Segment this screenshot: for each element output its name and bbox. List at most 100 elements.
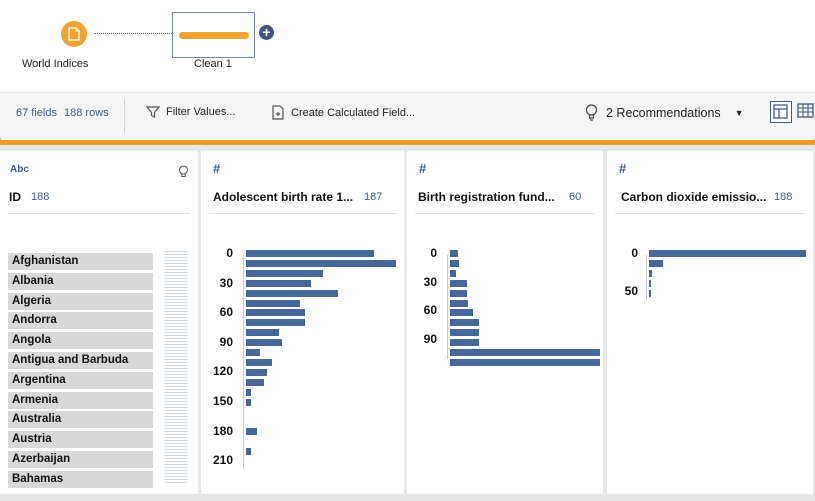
create-calculated-field-button[interactable]: Create Calculated Field... [271, 105, 415, 120]
value-row[interactable]: Austria [8, 431, 153, 449]
axis-tick-label: 120 [212, 364, 233, 379]
field-count: 188 [31, 191, 50, 203]
histogram-bar[interactable] [649, 279, 651, 287]
input-node[interactable] [61, 21, 87, 47]
axis-tick-label: 90 [423, 331, 437, 346]
histogram-bar[interactable] [246, 309, 305, 317]
histogram-bar[interactable] [246, 448, 251, 455]
value-row[interactable]: Albania [8, 272, 153, 290]
lightbulb-icon [585, 104, 598, 121]
histogram-bar[interactable] [246, 358, 272, 366]
clean-node-label: Clean 1 [194, 58, 232, 70]
number-type-icon: # [213, 161, 221, 176]
axis-tick-label: 90 [219, 334, 233, 349]
histogram-bar[interactable] [246, 398, 251, 406]
histogram-bar[interactable] [246, 269, 323, 277]
histogram-bar[interactable] [246, 279, 311, 287]
histogram-bar[interactable] [246, 388, 251, 396]
field-card-carbon-dioxide[interactable]: # Carbon dioxide emissio... 188 0 50 [607, 151, 813, 494]
flow-pane: World Indices + Clean 1 [0, 0, 815, 92]
chevron-down-icon: ▼ [734, 107, 744, 118]
lightbulb-icon[interactable] [178, 165, 189, 179]
histogram-bar[interactable] [649, 269, 653, 277]
filter-icon [146, 106, 160, 118]
histogram-bar[interactable] [246, 319, 305, 327]
document-icon [68, 27, 80, 41]
axis-tick-label: 30 [219, 275, 233, 290]
rows-count: 188 rows [64, 107, 109, 119]
histogram-bar[interactable] [246, 339, 282, 347]
number-type-icon: # [619, 161, 627, 176]
data-grid-view-button[interactable] [796, 101, 815, 123]
filter-values-button[interactable]: Filter Values... [146, 105, 236, 119]
axis-tick-label: 150 [212, 394, 233, 408]
value-row[interactable]: Azerbaijan [8, 451, 153, 468]
histogram-bar[interactable] [246, 259, 396, 267]
profile-view-button[interactable] [770, 101, 792, 123]
card-separator [209, 213, 397, 214]
histogram-bar[interactable] [450, 349, 600, 356]
clean-node[interactable] [172, 12, 255, 58]
value-row[interactable]: Argentina [8, 371, 153, 389]
card-separator [615, 213, 805, 214]
field-card-adolescent-birth-rate[interactable]: # Adolescent birth rate 1... 187 0 30 60 90… [201, 151, 404, 494]
field-name: Adolescent birth rate 1... [213, 190, 354, 204]
histogram-bar[interactable] [450, 329, 479, 337]
histogram-bar[interactable] [649, 259, 664, 267]
profile-view-icon [773, 104, 788, 119]
recommendations-button[interactable]: 2 Recommendations ▼ [585, 104, 744, 121]
flow-connector [94, 33, 174, 34]
histogram-bar[interactable] [450, 259, 459, 267]
histogram-bar[interactable] [246, 329, 279, 337]
field-count: 60 [569, 191, 582, 203]
histogram-bar[interactable] [246, 299, 300, 307]
field-count: 187 [364, 191, 383, 203]
value-row[interactable]: Angola [8, 332, 153, 350]
value-row[interactable]: Antigua and Barbuda [8, 352, 153, 369]
field-count: 188 [774, 191, 793, 203]
histogram-bar[interactable] [450, 279, 467, 287]
value-row[interactable]: Armenia [8, 391, 153, 409]
axis-tick-label: 60 [423, 303, 437, 317]
axis-tick-label: 210 [212, 453, 233, 468]
field-name: Carbon dioxide emissio... [621, 190, 767, 204]
value-row[interactable]: Andorra [8, 312, 153, 330]
field-card-id[interactable]: Abc ID 188 Afghanistan Albania Algeria Ando… [0, 151, 198, 494]
field-card-birth-registration[interactable]: # Birth registration fund... 60 0 30 60 90 [407, 151, 603, 494]
recommendations-label: 2 Recommendations [606, 105, 721, 120]
create-calculated-field-label: Create Calculated Field... [291, 106, 416, 119]
value-scroll-strip[interactable] [165, 251, 187, 483]
histogram-bar[interactable] [450, 269, 456, 277]
value-row[interactable]: Bahamas [8, 470, 153, 488]
add-step-button[interactable]: + [259, 25, 274, 40]
histogram-bar[interactable] [649, 250, 806, 257]
histogram-bar[interactable] [246, 250, 374, 257]
fields-count: 67 fields [16, 107, 57, 119]
histogram-bar[interactable] [450, 319, 479, 327]
profile-toolbar: 67 fields 188 rows Filter Values... Crea… [0, 92, 815, 138]
histogram-bar[interactable] [246, 368, 267, 376]
histogram-bar[interactable] [450, 339, 479, 347]
histogram-bar[interactable] [246, 289, 338, 297]
axis-tick-label: 0 [631, 246, 638, 260]
field-name: ID [9, 190, 21, 204]
histogram-bar[interactable] [246, 428, 257, 436]
histogram-bar[interactable] [450, 358, 600, 366]
calculated-field-icon [272, 105, 284, 120]
histogram-bar[interactable] [450, 250, 458, 257]
value-row[interactable]: Algeria [8, 292, 153, 310]
value-row[interactable]: Afghanistan [8, 253, 153, 270]
histogram-bar[interactable] [246, 378, 264, 386]
axis-tick-label: 0 [430, 246, 437, 260]
histogram-bar[interactable] [246, 349, 260, 356]
axis-tick-label: 50 [624, 284, 638, 298]
histogram-bar[interactable] [450, 299, 468, 307]
histogram-bar[interactable] [649, 289, 651, 297]
string-type-icon: Abc [10, 164, 29, 175]
histogram-bar[interactable] [450, 289, 467, 297]
axis-tick-label: 60 [219, 305, 233, 320]
input-node-label: World Indices [22, 58, 89, 70]
value-row[interactable]: Australia [8, 411, 153, 429]
field-name: Birth registration fund... [418, 190, 555, 204]
histogram-bar[interactable] [450, 309, 473, 317]
